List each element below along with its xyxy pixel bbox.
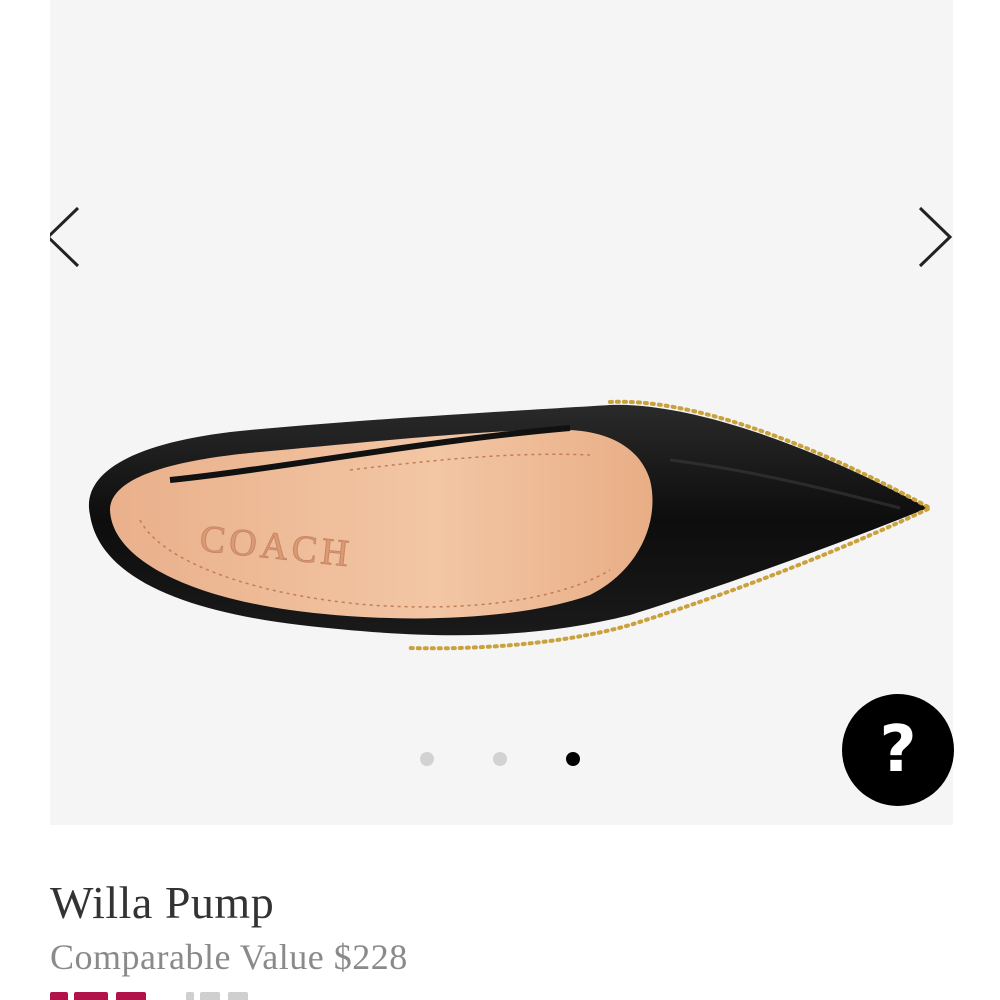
gallery-dot-2[interactable] bbox=[493, 752, 507, 766]
product-image-gallery[interactable]: COACH bbox=[50, 0, 953, 825]
gallery-dot-1[interactable] bbox=[420, 752, 434, 766]
sale-price-cutoff bbox=[50, 988, 260, 1000]
question-mark-icon: ? bbox=[879, 713, 917, 787]
chevron-left-icon[interactable] bbox=[50, 202, 88, 272]
chevron-right-icon[interactable] bbox=[912, 202, 953, 272]
product-image: COACH bbox=[88, 399, 935, 651]
comparable-price: $228 bbox=[333, 937, 408, 977]
help-button[interactable]: ? bbox=[842, 694, 954, 806]
product-title: Willa Pump bbox=[50, 877, 275, 928]
product-page: COACH ? Willa Pump Comparable Value $228 bbox=[0, 0, 1000, 1000]
comparable-label: Comparable Value bbox=[50, 937, 325, 977]
gallery-dot-3-active[interactable] bbox=[566, 752, 580, 766]
comparable-value: Comparable Value $228 bbox=[50, 936, 408, 978]
